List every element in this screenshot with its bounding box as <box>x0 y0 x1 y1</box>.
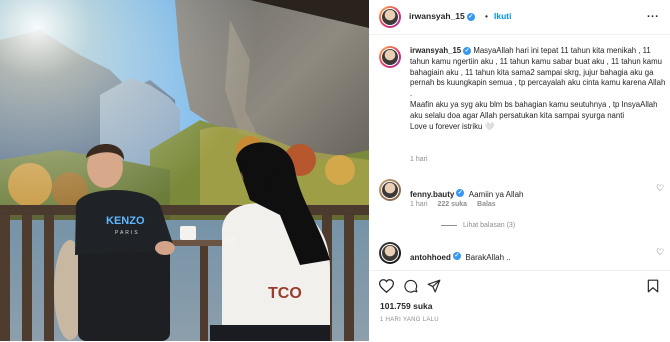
verified-badge-icon: ✓ <box>466 12 475 21</box>
comment-avatar[interactable] <box>379 179 401 201</box>
comment-icon[interactable] <box>404 279 418 293</box>
verified-badge-icon: ✓ <box>456 188 465 197</box>
caption-body-3: Love u forever istriku 🤍 <box>410 121 495 131</box>
caption-body-2: Maafin aku ya syg aku blm bs bahagian ka… <box>410 99 658 120</box>
comment-text: BarakAllah .. <box>465 253 511 262</box>
author-avatar[interactable] <box>379 6 401 28</box>
sweatshirt-text: TCO <box>268 285 302 302</box>
author-username[interactable]: irwansyah_15 ✓ <box>409 11 475 21</box>
post-photo[interactable]: KENZO PARIS TCO <box>0 0 369 341</box>
caption-timestamp[interactable]: 1 hari <box>410 156 428 163</box>
post-caption: irwansyah_15 ✓ MasyaAllah hari ini tepat … <box>410 46 666 132</box>
heart-icon[interactable] <box>379 279 394 293</box>
photo-illustration: KENZO PARIS TCO <box>0 0 369 341</box>
like-count[interactable]: 101.759 suka <box>380 301 432 311</box>
bookmark-icon[interactable] <box>647 279 659 293</box>
comment-text: Aamiin ya Allah <box>468 190 524 199</box>
comment-likes[interactable]: 222 suka <box>437 201 467 208</box>
comment-timestamp[interactable]: 1 hari <box>410 201 428 208</box>
post-header: irwansyah_15 ✓ • Ikuti ... <box>369 0 670 35</box>
follow-button[interactable]: Ikuti <box>494 11 511 21</box>
more-options-icon[interactable]: ... <box>647 8 659 20</box>
view-replies-button[interactable]: Lihat balasan (3) <box>441 222 515 229</box>
verified-badge-icon: ✓ <box>452 251 461 260</box>
comment-username[interactable]: fenny.bauty <box>410 190 454 199</box>
share-icon[interactable] <box>427 279 441 293</box>
comment-item: fenny.bauty ✓ Aamiin ya Allah <box>410 184 523 202</box>
comment-item: antohhoed ✓ BarakAllah .. <box>410 247 511 265</box>
instagram-post-modal: KENZO PARIS TCO irwansyah_15 ✓ • Ikuti .… <box>0 0 670 341</box>
post-side-panel: irwansyah_15 ✓ • Ikuti ... irwansyah_15 ✓ … <box>369 0 670 341</box>
comment-avatar[interactable] <box>379 242 401 264</box>
comment-like-heart-icon[interactable]: ♡ <box>656 247 664 258</box>
shirt-logo-text: KENZO <box>106 215 145 227</box>
svg-text:PARIS: PARIS <box>115 230 140 236</box>
post-actions-bar: 101.759 suka 1 HARI YANG LALU <box>369 270 670 342</box>
comment-like-heart-icon[interactable]: ♡ <box>656 183 664 194</box>
separator-dot: • <box>485 11 488 21</box>
caption-author-avatar[interactable] <box>379 46 401 68</box>
comment-meta: 1 hari 222 suka Balas <box>410 201 504 208</box>
reply-button[interactable]: Balas <box>477 201 496 208</box>
caption-username[interactable]: irwansyah_15 <box>410 46 461 55</box>
verified-badge-icon: ✓ <box>463 46 472 55</box>
post-timestamp[interactable]: 1 HARI YANG LALU <box>380 317 439 323</box>
comment-username[interactable]: antohhoed <box>410 253 451 262</box>
